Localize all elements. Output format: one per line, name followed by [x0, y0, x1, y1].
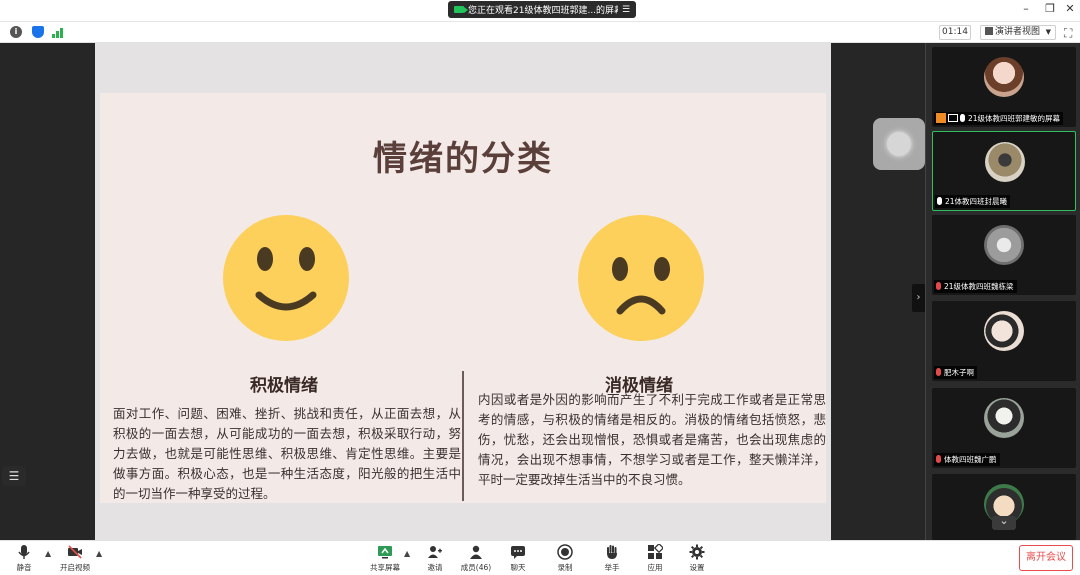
- shield-icon[interactable]: [32, 26, 44, 38]
- positive-emotion-text: 面对工作、问题、困难、挫折、挑战和责任，从正面去想，从积极的一面去想，从可能成功…: [113, 406, 461, 501]
- share-screen-button[interactable]: 共享屏幕: [367, 544, 403, 573]
- participant-tile[interactable]: 21级体教四班郭建敏的屏幕: [932, 47, 1076, 127]
- meeting-timer: 01:14: [939, 25, 971, 40]
- sad-face-icon: [578, 215, 704, 341]
- fullscreen-icon[interactable]: ⛶: [1064, 26, 1072, 41]
- video-off-icon: [68, 545, 82, 559]
- avatar: [984, 398, 1024, 438]
- record-button[interactable]: 录制: [547, 544, 583, 573]
- screen-share-text: 您正在观看21级体教四班郭建...的屏幕: [468, 6, 618, 16]
- restore-button[interactable]: ❐: [1042, 2, 1058, 15]
- chevron-up-icon[interactable]: ▲: [96, 549, 102, 558]
- close-button[interactable]: ✕: [1062, 2, 1078, 15]
- members-button[interactable]: 成员(46): [458, 544, 494, 573]
- host-icon: [936, 113, 946, 123]
- microphone-icon: [18, 545, 30, 559]
- scroll-down-icon[interactable]: ⌄: [992, 515, 1016, 530]
- negative-emotion-text: 内因或者是外因的影响而产生了不利于完成工作或者是正常思考的情感，与积极的情绪是相…: [478, 392, 826, 487]
- hand-icon: [607, 545, 617, 559]
- participant-label: 肥木子啊: [934, 366, 977, 379]
- avatar: [984, 225, 1024, 265]
- participant-tile[interactable]: ⌄: [932, 474, 1076, 540]
- participant-label: 21级体教四班魏栋梁: [934, 280, 1017, 293]
- participant-tile[interactable]: 体教四班魏广鹏: [932, 388, 1076, 468]
- participant-label: 21级体教四班郭建敏的屏幕: [934, 112, 1064, 125]
- participant-label: 21体教四班封晨曦: [935, 195, 1011, 208]
- avatar: [984, 311, 1024, 351]
- invite-button[interactable]: 邀请: [417, 544, 453, 573]
- share-screen-icon: [378, 546, 392, 559]
- avatar: [985, 142, 1025, 182]
- avatar: [984, 57, 1024, 97]
- shared-screen-area: 情绪的分类 积极情绪 面对工作、问题、困难、挫折、挑战和责任，从正面去想，从积极…: [0, 43, 925, 540]
- screen-share-icon: [948, 114, 958, 122]
- participants-panel: 21级体教四班郭建敏的屏幕 21体教四班封晨曦 21级体教四班魏栋梁 肥木子啊 …: [925, 43, 1080, 540]
- participant-tile[interactable]: 肥木子啊: [932, 301, 1076, 381]
- video-camera-icon: [454, 6, 468, 13]
- floating-assistive-button[interactable]: [873, 118, 925, 170]
- members-icon: [470, 545, 482, 559]
- list-icon[interactable]: ☰: [2, 466, 26, 486]
- slide: 情绪的分类 积极情绪 面对工作、问题、困难、挫折、挑战和责任，从正面去想，从积极…: [100, 93, 826, 503]
- chat-icon: [511, 546, 525, 559]
- leave-meeting-button[interactable]: 离开会议: [1019, 545, 1073, 571]
- happy-face-icon: [223, 215, 349, 341]
- collapse-panel-button[interactable]: ›: [912, 284, 925, 312]
- info-bar: i 01:14 演讲者视图 ▼ ⛶: [0, 22, 1080, 43]
- info-icon[interactable]: i: [10, 26, 22, 38]
- meeting-window: 您正在观看21级体教四班郭建...的屏幕 ☰ – ❐ ✕ i 01:14 演讲者…: [0, 0, 1080, 575]
- slide-frame: 情绪的分类 积极情绪 面对工作、问题、困难、挫折、挑战和责任，从正面去想，从积极…: [95, 43, 925, 540]
- title-bar: 您正在观看21级体教四班郭建...的屏幕 ☰ – ❐ ✕: [0, 0, 1080, 22]
- participant-tile[interactable]: 21体教四班封晨曦: [932, 131, 1076, 211]
- chevron-up-icon[interactable]: ▲: [45, 549, 51, 558]
- microphone-muted-icon: [936, 455, 941, 463]
- menu-icon[interactable]: ☰: [622, 5, 630, 15]
- gear-icon: [689, 544, 705, 560]
- frown-mouth: [616, 295, 666, 315]
- record-icon: [557, 544, 573, 560]
- layout-icon: [985, 27, 993, 35]
- apps-grid-icon: [648, 544, 663, 559]
- invite-user-icon: [428, 546, 442, 558]
- participant-label: 体教四班魏广鹏: [934, 453, 1000, 466]
- chevron-down-icon: ▼: [1045, 28, 1051, 36]
- raise-hand-button[interactable]: 举手: [594, 544, 630, 573]
- signal-strength-icon[interactable]: [52, 26, 66, 38]
- mute-button[interactable]: 静音: [6, 544, 42, 573]
- smile-mouth: [255, 291, 317, 311]
- positive-emotion-heading: 积极情绪: [250, 376, 318, 396]
- settings-button[interactable]: 设置: [679, 544, 715, 573]
- view-mode-label: 演讲者视图: [995, 27, 1041, 37]
- screen-share-banner[interactable]: 您正在观看21级体教四班郭建...的屏幕 ☰: [448, 1, 636, 18]
- view-mode-button[interactable]: 演讲者视图 ▼: [980, 25, 1056, 40]
- chevron-up-icon[interactable]: ▲: [404, 549, 410, 558]
- microphone-icon: [960, 114, 965, 122]
- minimize-button[interactable]: –: [1018, 2, 1034, 15]
- participant-tile[interactable]: 21级体教四班魏栋梁: [932, 215, 1076, 295]
- column-divider: [462, 371, 464, 501]
- start-video-button[interactable]: 开启视频: [57, 544, 93, 573]
- apps-button[interactable]: 应用: [637, 544, 673, 573]
- microphone-muted-icon: [936, 282, 941, 290]
- microphone-icon: [937, 197, 942, 205]
- chat-button[interactable]: 聊天: [500, 544, 536, 573]
- bottom-toolbar: 静音 ▲ 开启视频 ▲ 共享屏幕 ▲ 邀请 成员(46) 聊天 录制 举手 应用…: [0, 540, 1080, 575]
- slide-title: 情绪的分类: [373, 139, 553, 179]
- microphone-muted-icon: [936, 368, 941, 376]
